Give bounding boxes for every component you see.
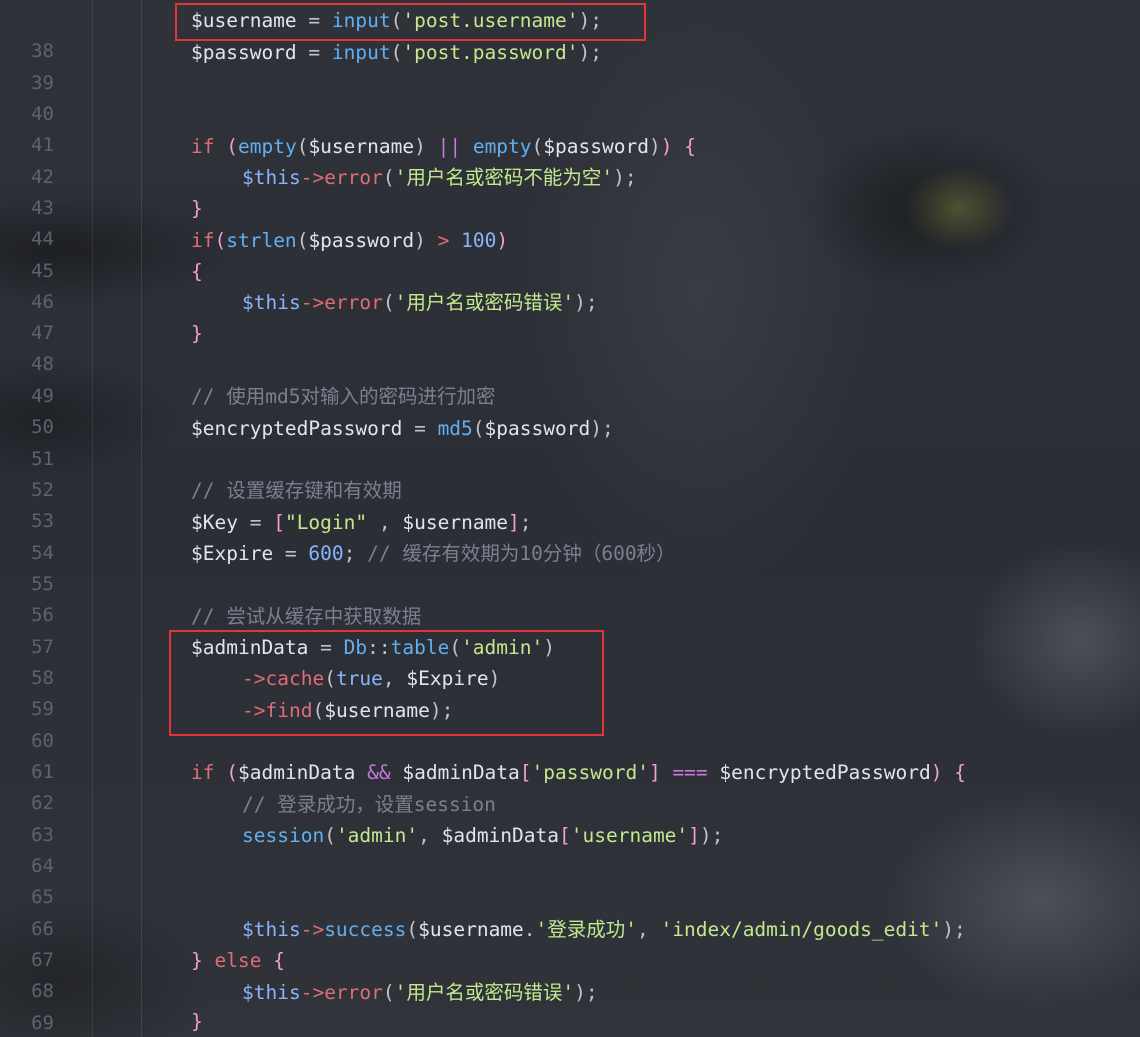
code-line-52[interactable]: 52: [0, 444, 1140, 501]
code-line-51[interactable]: 51 $encryptedPassword = md5($password);: [0, 413, 1140, 470]
highlight-box-username: [175, 3, 646, 41]
code-line-41[interactable]: 41: [0, 99, 1140, 156]
code-line-64[interactable]: 64 session('admin', $adminData['username…: [0, 820, 1140, 877]
code-line-54[interactable]: 54 $Key = ["Login" , $username];: [0, 507, 1140, 564]
code-line-70[interactable]: 70 }: [0, 1006, 1140, 1037]
code-line-69[interactable]: 69 $this->error('用户名或密码错误');: [0, 977, 1140, 1034]
code-line-56[interactable]: 56: [0, 569, 1140, 626]
code-line-43[interactable]: 43 $this->error('用户名或密码不能为空');: [0, 162, 1140, 219]
code-line-55[interactable]: 55 $Expire = 600; // 缓存有效期为10分钟（600秒）: [0, 538, 1140, 595]
code-line-67[interactable]: 67 $this->success($username.'登录成功', 'ind…: [0, 914, 1140, 971]
code-line-46[interactable]: 46 {: [0, 256, 1140, 313]
code-line-44[interactable]: 44 }: [0, 193, 1140, 250]
code-line-65[interactable]: 65: [0, 851, 1140, 908]
code-line-45[interactable]: 45 if(strlen($password) > 100): [0, 225, 1140, 282]
code-line-53[interactable]: 53 // 设置缓存键和有效期: [0, 475, 1140, 532]
code-line-40[interactable]: 40: [0, 68, 1140, 125]
code-line-47[interactable]: 47 $this->error('用户名或密码错误');: [0, 287, 1140, 344]
highlight-box-admin-query: [169, 630, 604, 736]
code-line-63[interactable]: 63 // 登录成功，设置session: [0, 789, 1140, 846]
code-line-50[interactable]: 50 // 使用md5对输入的密码进行加密: [0, 381, 1140, 438]
code-line-68[interactable]: 68 } else {: [0, 945, 1140, 1002]
code-line-49[interactable]: 49: [0, 350, 1140, 407]
code-line-66[interactable]: 66: [0, 883, 1140, 940]
code-line-48[interactable]: 48 }: [0, 318, 1140, 375]
code-line-57[interactable]: 57 // 尝试从缓存中获取数据: [0, 601, 1140, 658]
code-editor[interactable]: 38 $username = input('post.username'); 3…: [0, 0, 1140, 1037]
code-line-39[interactable]: 39 $password = input('post.password');: [0, 37, 1140, 94]
code-line-42[interactable]: 42 if (empty($username) || empty($passwo…: [0, 131, 1140, 188]
code-line-62[interactable]: 62 if ($adminData && $adminData['passwor…: [0, 757, 1140, 814]
